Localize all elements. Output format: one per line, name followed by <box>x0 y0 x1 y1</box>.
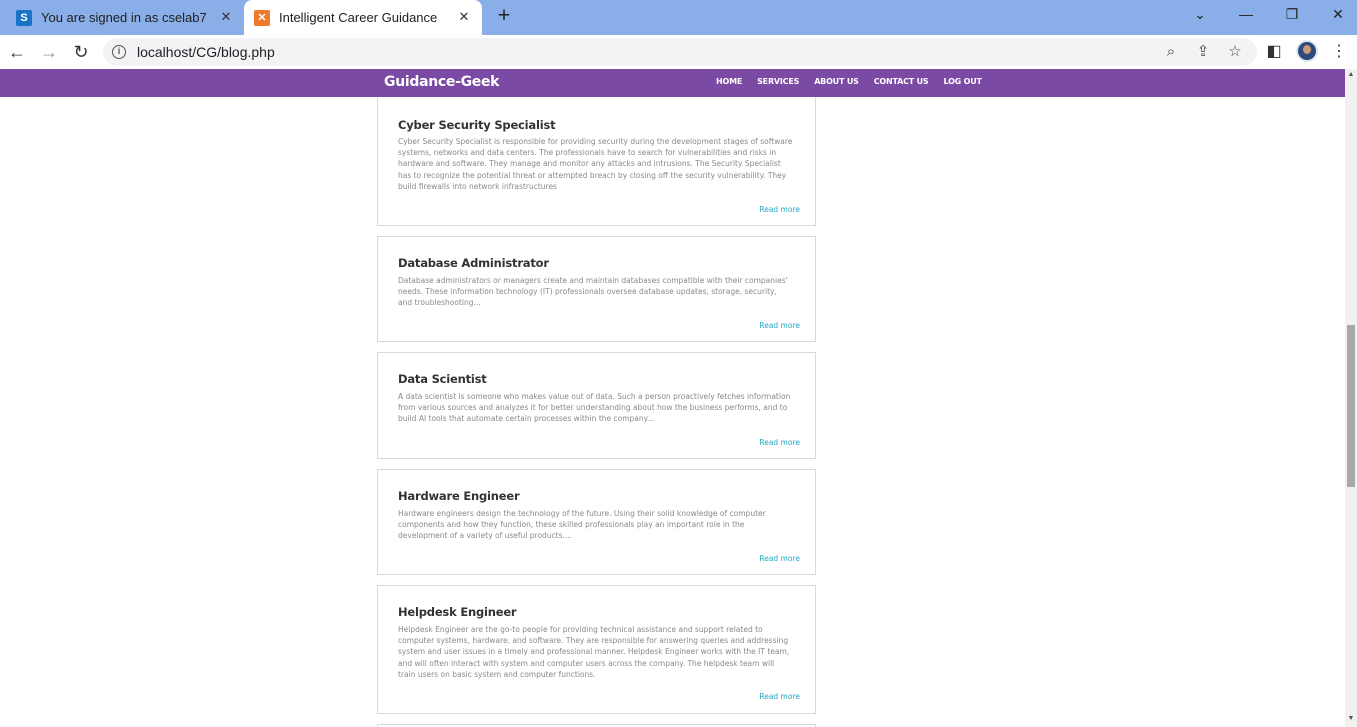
profile-avatar[interactable] <box>1296 40 1318 62</box>
browser-toolbar: ← → ↻ i localhost/CG/blog.php ⌕ ⇪ ☆ ◧ ⋮ <box>0 35 1357 69</box>
card-body: Hardware engineers design the technology… <box>398 509 766 541</box>
card-title: Data Scientist <box>398 372 487 386</box>
zoom-icon[interactable]: ⌕ <box>1161 42 1181 62</box>
career-card: Data Scientist A data scientist is someo… <box>377 352 816 459</box>
nav-contact[interactable]: CONTACT US <box>874 77 929 86</box>
career-card: Database Administrator Database administ… <box>377 236 816 342</box>
read-more-link[interactable]: Read more <box>759 554 800 563</box>
url-text[interactable]: localhost/CG/blog.php <box>137 44 275 60</box>
forward-icon[interactable]: → <box>37 40 61 64</box>
site-navbar: Guidance-Geek HOME SERVICES ABOUT US CON… <box>0 69 1345 97</box>
read-more-link[interactable]: Read more <box>759 692 800 701</box>
read-more-link[interactable]: Read more <box>759 321 800 330</box>
card-body: Helpdesk Engineer are the go-to people f… <box>398 625 790 679</box>
career-card: Cyber Security Specialist Cyber Security… <box>377 88 816 226</box>
new-tab-icon[interactable]: + <box>494 5 514 26</box>
page-viewport: Guidance-Geek HOME SERVICES ABOUT US CON… <box>0 69 1345 727</box>
card-body: Cyber Security Specialist is responsible… <box>398 137 793 191</box>
close-tab-icon[interactable]: ✕ <box>456 9 472 25</box>
site-menu: HOME SERVICES ABOUT US CONTACT US LOG OU… <box>716 77 982 86</box>
nav-home[interactable]: HOME <box>716 77 742 86</box>
nav-about[interactable]: ABOUT US <box>814 77 859 86</box>
side-panel-icon[interactable]: ◧ <box>1262 40 1286 64</box>
card-title: Helpdesk Engineer <box>398 605 517 619</box>
tab-title: You are signed in as cselab7 <box>41 10 207 25</box>
read-more-link[interactable]: Read more <box>759 205 800 214</box>
share-icon[interactable]: ⇪ <box>1193 42 1213 62</box>
scroll-up-icon[interactable]: ▲ <box>1347 71 1355 78</box>
site-info-icon[interactable]: i <box>112 45 126 59</box>
site-brand[interactable]: Guidance-Geek <box>384 74 500 90</box>
browser-tab-strip: S You are signed in as cselab7 ✕ ✕ Intel… <box>0 0 1357 35</box>
xampp-favicon-icon: ✕ <box>254 9 270 26</box>
browser-tab[interactable]: S You are signed in as cselab7 ✕ <box>8 0 244 35</box>
card-body: Database administrators or managers crea… <box>398 276 788 308</box>
close-tab-icon[interactable]: ✕ <box>218 9 234 25</box>
browser-tab-active[interactable]: ✕ Intelligent Career Guidance ✕ <box>244 0 482 35</box>
card-body: A data scientist is someone who makes va… <box>398 392 791 424</box>
scrollbar-thumb[interactable] <box>1347 325 1355 487</box>
career-card: Hardware Engineer Hardware engineers des… <box>377 469 816 575</box>
address-bar[interactable]: i localhost/CG/blog.php ⌕ ⇪ ☆ <box>103 38 1257 66</box>
nav-services[interactable]: SERVICES <box>757 77 799 86</box>
reload-icon[interactable]: ↻ <box>69 40 93 64</box>
tab-search-icon[interactable]: ⌄ <box>1188 6 1212 23</box>
career-card: Helpdesk Engineer Helpdesk Engineer are … <box>377 585 816 714</box>
close-window-icon[interactable]: ✕ <box>1326 6 1350 23</box>
card-title: Database Administrator <box>398 256 549 270</box>
back-icon[interactable]: ← <box>5 40 29 64</box>
card-title: Hardware Engineer <box>398 489 520 503</box>
minimize-icon[interactable]: — <box>1234 6 1258 22</box>
nav-logout[interactable]: LOG OUT <box>943 77 982 86</box>
card-title: Cyber Security Specialist <box>398 118 556 132</box>
bookmark-star-icon[interactable]: ☆ <box>1225 42 1245 62</box>
page-scrollbar[interactable]: ▲ ▼ <box>1345 69 1357 727</box>
more-menu-icon[interactable]: ⋮ <box>1327 40 1351 64</box>
restore-icon[interactable]: ❐ <box>1280 6 1304 23</box>
scroll-down-icon[interactable]: ▼ <box>1347 715 1355 722</box>
tab-title: Intelligent Career Guidance <box>279 10 438 25</box>
s-favicon-icon: S <box>16 9 32 26</box>
read-more-link[interactable]: Read more <box>759 438 800 447</box>
